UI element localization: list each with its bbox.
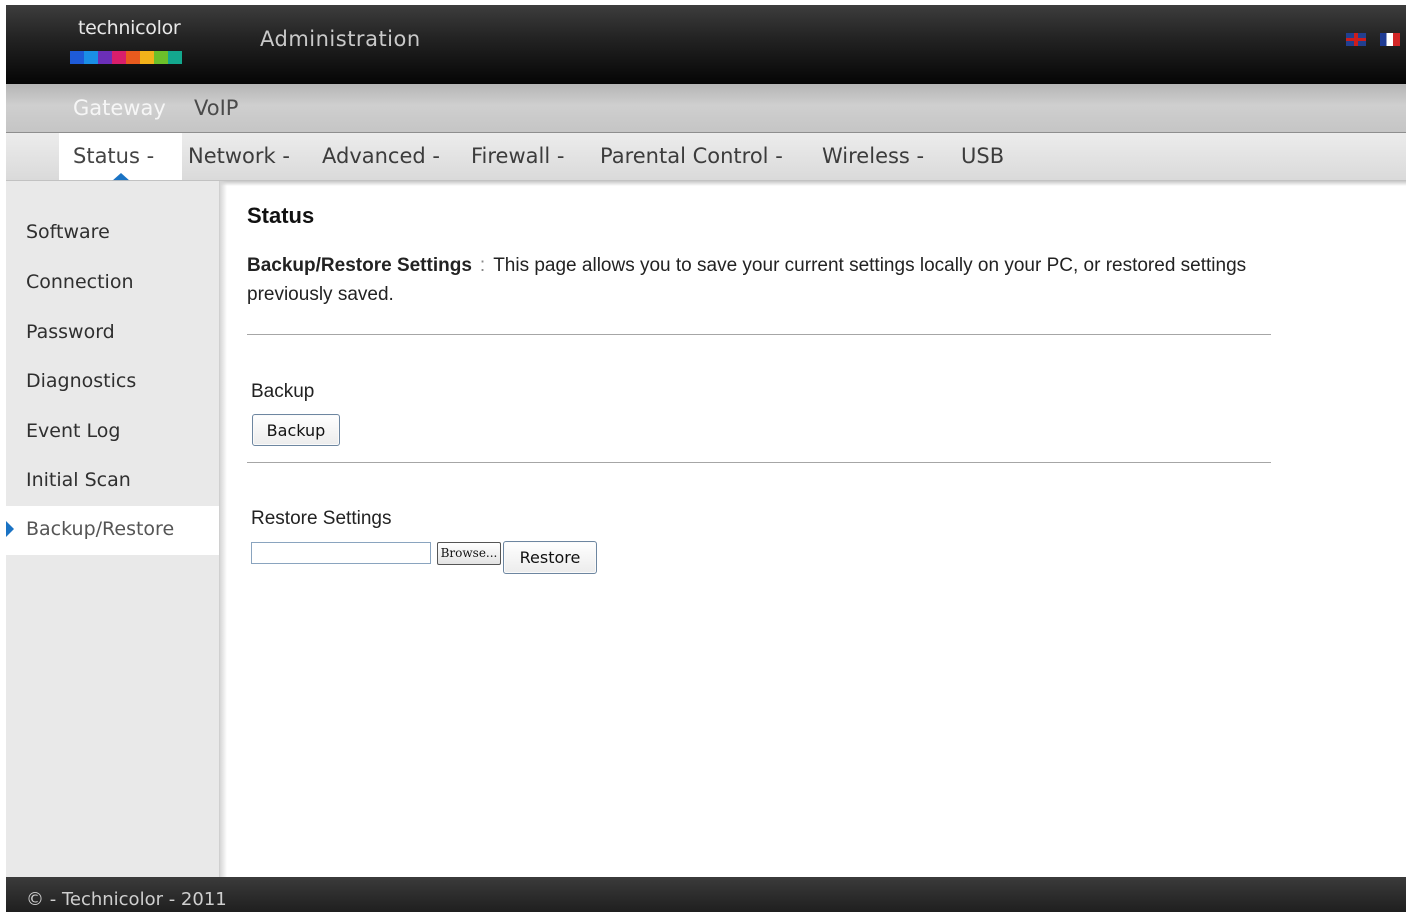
sub-nav: Status - Network - Advanced - Firewall -… [6,133,1406,181]
logo-stripe [126,51,140,64]
logo-stripe [98,51,112,64]
footer-copyright: © - Technicolor - 2011 [26,889,227,910]
sidebar-item-label: Initial Scan [26,469,131,491]
top-nav: Gateway VoIP [6,84,1406,133]
sidebar-item-diagnostics[interactable]: Diagnostics [6,358,219,407]
header-bar: technicolor Administration [6,5,1406,84]
restore-section-label: Restore Settings [251,508,392,529]
footer: © - Technicolor - 2011 [6,877,1406,912]
description-label: Backup/Restore Settings [247,255,472,276]
logo-stripe [70,51,84,64]
sidebar-item-label: Backup/Restore [26,518,175,540]
sidebar-item-connection[interactable]: Connection [6,259,219,308]
sidebar-shadow [220,181,227,877]
logo-stripe [140,51,154,64]
browse-button[interactable]: Browse... [437,542,501,565]
sidebar: Software Connection Password Diagnostics… [6,181,220,877]
subnav-item-network[interactable]: Network - [188,144,290,168]
subnav-item-advanced[interactable]: Advanced - [322,144,440,168]
logo-color-bar [70,51,182,64]
divider [247,462,1271,463]
sidebar-item-label: Software [26,221,110,243]
subnav-item-parental-control[interactable]: Parental Control - [600,144,783,168]
subnav-item-usb[interactable]: USB [961,144,1004,168]
uk-flag-icon[interactable] [1346,33,1366,46]
sidebar-item-backup-restore[interactable]: Backup/Restore [6,506,219,555]
subnav-item-wireless[interactable]: Wireless - [822,144,924,168]
active-item-arrow-icon [6,521,14,537]
sidebar-item-label: Diagnostics [26,370,137,392]
sidebar-item-label: Event Log [26,420,121,442]
sidebar-item-initial-scan[interactable]: Initial Scan [6,457,219,506]
restore-button[interactable]: Restore [503,541,597,574]
logo-stripe [112,51,126,64]
sidebar-item-event-log[interactable]: Event Log [6,408,219,457]
logo-stripe [84,51,98,64]
page-title: Status [247,203,315,228]
fr-flag-icon[interactable] [1380,33,1400,46]
sidebar-item-label: Connection [26,271,134,293]
topnav-item-voip[interactable]: VoIP [194,96,238,120]
logo-text: technicolor [78,17,181,39]
sidebar-item-label: Password [26,321,115,343]
sidebar-item-password[interactable]: Password [6,309,219,358]
divider [247,334,1271,335]
app-frame: technicolor Administration Gateway VoIP … [6,5,1406,912]
technicolor-logo[interactable]: technicolor [66,15,186,65]
header-title: Administration [260,27,421,51]
logo-stripe [154,51,168,64]
backup-section-label: Backup [251,381,315,402]
sidebar-item-software[interactable]: Software [6,209,219,258]
topnav-item-gateway[interactable]: Gateway [73,96,166,120]
subnav-item-status[interactable]: Status - [73,144,154,168]
subnav-item-firewall[interactable]: Firewall - [471,144,564,168]
language-flags [1346,33,1400,46]
page-description: Backup/Restore Settings: This page allows… [247,251,1247,309]
logo-stripe [168,51,182,64]
description-separator: : [479,255,486,276]
backup-button[interactable]: Backup [252,414,340,446]
restore-file-input[interactable] [251,542,431,564]
